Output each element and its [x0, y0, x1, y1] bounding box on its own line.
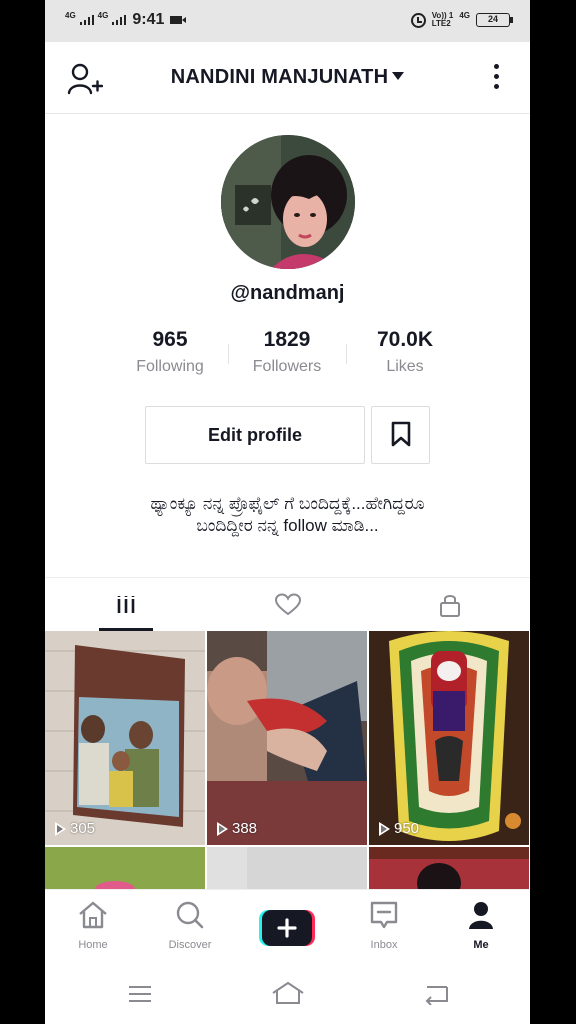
video-thumbnail[interactable]: 950	[369, 631, 529, 845]
alarm-icon	[410, 12, 426, 28]
likes-label: Likes	[386, 358, 424, 375]
nav-discover[interactable]: Discover	[150, 900, 230, 951]
nav-home[interactable]: Home	[53, 900, 133, 951]
play-icon	[379, 821, 390, 836]
tab-videos[interactable]	[45, 578, 206, 632]
bio-line-1: ಥ್ಯಾಂಕ್ಯೂ ನನ್ನ ಪ್ರೊಫೈಲ್ ಗೆ ಬಂದಿದ್ದಕ್ಕೆ..…	[150, 494, 425, 513]
video-thumbnail[interactable]	[45, 847, 205, 889]
video-thumbnail-image	[45, 631, 205, 845]
clock-time: 9:41	[132, 11, 165, 28]
battery-icon: 24	[476, 13, 513, 27]
video-thumbnail[interactable]	[369, 847, 529, 889]
inbox-icon	[370, 901, 398, 929]
caret-down-icon	[392, 72, 405, 80]
avatar[interactable]	[221, 135, 355, 269]
video-grid: 305 388 950	[45, 631, 530, 889]
tab-liked[interactable]	[207, 578, 368, 632]
bio-text: ಥ್ಯಾಂಕ್ಯೂ ನನ್ನ ಪ್ರೊಫೈಲ್ ಗೆ ಬಂದಿದ್ದಕ್ಕೆ..…	[65, 493, 510, 537]
bookmark-icon	[391, 421, 410, 446]
menu-icon[interactable]	[127, 985, 153, 1003]
nav-discover-label: Discover	[168, 939, 212, 951]
video-thumbnail-image	[45, 847, 205, 889]
network-type-3: 4G	[459, 11, 470, 20]
likes-count: 70.0K	[376, 328, 434, 351]
plus-icon	[259, 910, 315, 946]
nav-home-label: Home	[78, 939, 108, 951]
likes-stat[interactable]: 70.0K Likes	[346, 328, 464, 376]
view-count: 305	[55, 820, 95, 837]
nav-inbox-label: Inbox	[370, 939, 398, 951]
following-stat[interactable]: 965 Following	[111, 328, 229, 376]
view-count: 388	[217, 820, 257, 837]
view-count: 950	[379, 820, 419, 837]
network-type-2: 4G	[97, 11, 109, 20]
followers-count: 1829	[263, 328, 311, 351]
following-count: 965	[152, 328, 188, 351]
edit-profile-button[interactable]: Edit profile	[145, 406, 365, 464]
video-thumbnail[interactable]: 305	[45, 631, 205, 845]
grid-icon	[117, 596, 134, 613]
nav-me-label: Me	[473, 939, 489, 951]
bio-line-2: ಬಂದಿದ್ದೀರ ನನ್ನ follow ಮಾಡಿ...	[196, 516, 379, 535]
signal-icon	[112, 15, 127, 25]
home-button-icon[interactable]	[271, 981, 305, 1005]
lock-icon	[439, 595, 460, 617]
play-icon	[217, 821, 228, 836]
nav-inbox[interactable]: Inbox	[344, 900, 424, 951]
search-icon	[176, 901, 204, 929]
video-thumbnail-image	[207, 631, 367, 845]
back-icon[interactable]	[423, 983, 449, 1005]
video-record-icon	[170, 16, 187, 24]
video-thumbnail-image	[207, 847, 367, 889]
video-thumbnail[interactable]	[207, 847, 367, 889]
username-dropdown[interactable]: NANDINI MANJUNATH	[45, 66, 530, 89]
video-thumbnail[interactable]: 388	[207, 631, 367, 845]
network-type-1: 4G	[65, 11, 76, 20]
avatar-photo	[221, 135, 355, 269]
more-options-icon[interactable]	[486, 64, 506, 94]
status-bar: 4G 4G 9:41 Vo)) 1 LTE2 4G 24	[45, 0, 530, 42]
following-label: Following	[136, 358, 204, 375]
profile-icon	[469, 902, 493, 929]
favorites-button[interactable]	[371, 406, 430, 464]
status-right: Vo)) 1 LTE2 4G 24	[410, 11, 513, 28]
bottom-navigation: Home Discover Inbox Me	[45, 889, 530, 961]
status-left: 4G 4G 9:41	[65, 11, 187, 29]
profile-header: NANDINI MANJUNATH	[45, 42, 530, 114]
create-video-button[interactable]	[259, 910, 315, 946]
play-icon	[55, 821, 66, 836]
home-icon	[79, 901, 107, 929]
signal-icon	[79, 15, 94, 25]
volte-indicator: Vo)) 1 LTE2	[431, 11, 454, 28]
phone-screen: 4G 4G 9:41 Vo)) 1 LTE2 4G 24 NANDINI MANJ…	[45, 0, 530, 1024]
video-thumbnail-image	[369, 847, 529, 889]
system-navigation-bar	[45, 961, 530, 1024]
followers-stat[interactable]: 1829 Followers	[228, 328, 346, 376]
video-thumbnail-image	[369, 631, 529, 845]
profile-tabs	[45, 577, 530, 631]
tab-private[interactable]	[369, 578, 530, 632]
heart-icon	[274, 593, 301, 616]
nav-me[interactable]: Me	[441, 900, 521, 951]
username-label: NANDINI MANJUNATH	[170, 66, 389, 88]
user-handle: @nandmanj	[230, 282, 345, 304]
followers-label: Followers	[252, 358, 322, 375]
